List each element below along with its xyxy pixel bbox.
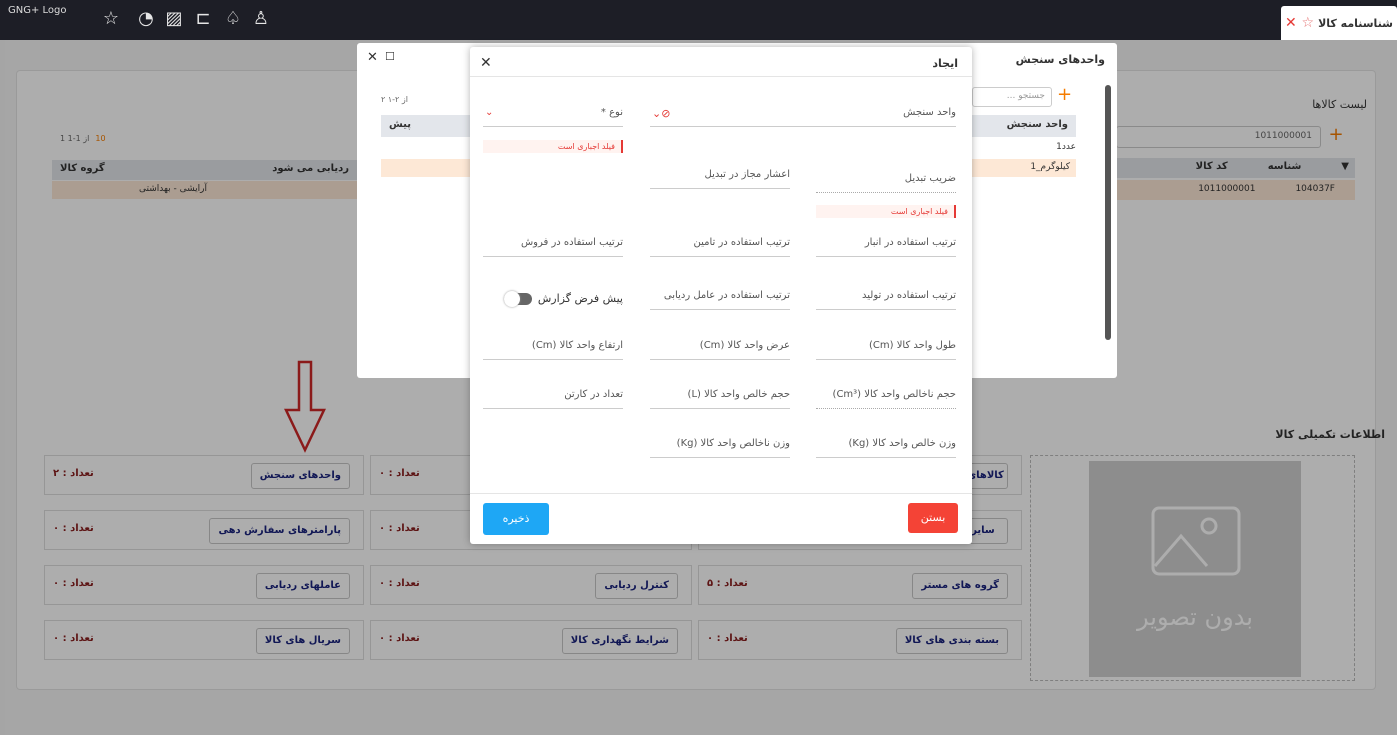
palette-icon[interactable]: ◔ — [135, 8, 157, 30]
dialog-title: ایجاد — [932, 57, 958, 70]
decimals-field[interactable]: اعشار مجاز در تبدیل — [650, 161, 790, 189]
order-supply-field[interactable]: ترتیب استفاده در تامین — [650, 229, 790, 257]
units-window-title: واحدهای سنجش — [1015, 53, 1105, 66]
tab-product-profile[interactable]: شناسنامه کالا ☆ ✕ — [1281, 6, 1397, 40]
type-label: نوع * — [600, 107, 623, 118]
gross-weight-field[interactable]: وزن ناخالص واحد کالا (Kg) — [650, 430, 790, 458]
order-store-field[interactable]: ترتیب استفاده در انبار — [816, 229, 956, 257]
dialog-close-icon[interactable]: ✕ — [480, 55, 492, 71]
save-button[interactable]: ذخیره — [483, 503, 549, 535]
carton-count-field[interactable]: تعداد در کارتن — [483, 381, 623, 409]
default-report-toggle[interactable] — [503, 290, 532, 307]
default-report-label: پیش فرض گزارش — [537, 292, 623, 305]
vertical-scrollbar[interactable] — [1105, 85, 1111, 340]
unit-label: واحد سنجش — [903, 107, 956, 118]
conversion-required-msg: فیلد اجباری است — [816, 205, 956, 218]
add-unit-icon[interactable]: + — [1057, 84, 1072, 105]
dialog-footer-divider — [470, 493, 972, 494]
window-close-icon[interactable]: ✕ — [367, 50, 378, 65]
default-report-toggle-row: پیش فرض گزارش — [483, 290, 623, 307]
app-logo: GNG+ Logo — [8, 5, 67, 16]
unit-select[interactable]: واحد سنجش ⊘⌄ — [650, 99, 956, 127]
units-row-1[interactable]: عدد1 — [987, 142, 1076, 152]
units-pager: ۲ از ۲-۱ — [381, 95, 408, 104]
folder-icon[interactable]: ⊏ — [192, 8, 214, 30]
order-production-field[interactable]: ترتیب استفاده در تولید — [816, 282, 956, 310]
user-icon[interactable]: ♙ — [250, 8, 272, 30]
units-col-default: پیش — [389, 119, 411, 130]
top-bar: GNG+ Logo ☆ ◔ ▨ ⊏ ♤ ♙ شناسنامه کالا ☆ ✕ — [0, 0, 1397, 40]
dialog-divider — [470, 76, 972, 77]
favorite-star-icon[interactable]: ☆ — [1302, 15, 1315, 31]
close-button[interactable]: بستن — [908, 503, 958, 533]
height-field[interactable]: ارتفاع واحد کالا (Cm) — [483, 332, 623, 360]
unit-dropdown-icon[interactable]: ⊘⌄ — [652, 107, 670, 120]
type-select[interactable]: نوع * ⌄ — [483, 99, 623, 127]
units-col-unit: واحد سنجش — [1006, 119, 1068, 130]
close-tab-icon[interactable]: ✕ — [1285, 15, 1297, 31]
annotation-arrow-icon — [284, 360, 326, 453]
conversion-field[interactable]: ضریب تبدیل — [816, 165, 956, 193]
length-field[interactable]: طول واحد کالا (Cm) — [816, 332, 956, 360]
gross-volume-field[interactable]: حجم ناخالص واحد کالا (Cm³) — [816, 381, 956, 409]
type-dropdown-icon[interactable]: ⌄ — [485, 107, 493, 118]
create-dialog: ایجاد ✕ واحد سنجش ⊘⌄ نوع * ⌄ فیلد اجباری… — [470, 47, 972, 544]
net-weight-field[interactable]: وزن خالص واحد کالا (Kg) — [816, 430, 956, 458]
order-tracking-field[interactable]: ترتیب استفاده در عامل ردیابی — [650, 282, 790, 310]
units-search-input[interactable]: جستجو ... — [972, 87, 1052, 107]
order-sales-field[interactable]: ترتیب استفاده در فروش — [483, 229, 623, 257]
tab-label: شناسنامه کالا — [1318, 16, 1393, 30]
net-volume-field[interactable]: حجم خالص واحد کالا (L) — [650, 381, 790, 409]
dashboard-icon[interactable]: ▨ — [163, 8, 185, 30]
type-required-msg: فیلد اجباری است — [483, 140, 623, 153]
width-field[interactable]: عرض واحد کالا (Cm) — [650, 332, 790, 360]
window-maximize-icon[interactable]: ☐ — [385, 50, 395, 63]
star-icon[interactable]: ☆ — [100, 8, 122, 30]
bell-icon[interactable]: ♤ — [222, 8, 244, 30]
